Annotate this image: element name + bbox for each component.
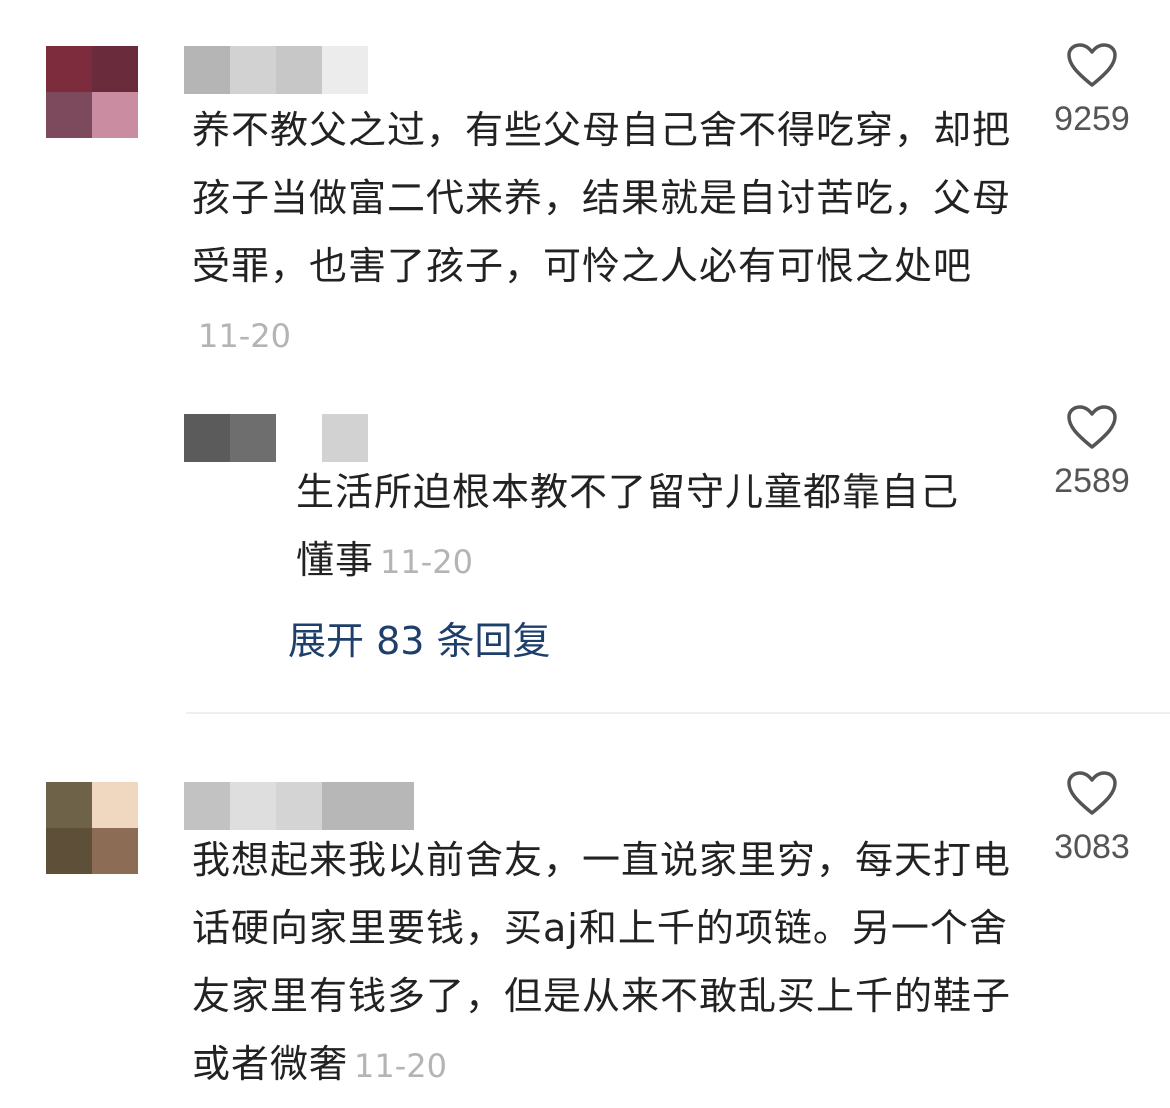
avatar[interactable] [46, 46, 138, 138]
comment-body: 养不教父之过，有些父母自己舍不得吃穿，却把孩子当做富二代来养，结果就是自讨苦吃，… [192, 96, 1012, 370]
username-pixel [276, 782, 322, 830]
username-pixel [184, 46, 230, 94]
username-pixel [184, 782, 230, 830]
comment-text: 我想起来我以前舍友，一直说家里穷，每天打电话硬向家里要钱，买aj和上千的项链。另… [192, 838, 1012, 1086]
avatar-pixel [92, 828, 138, 874]
heart-outline-icon [1067, 43, 1117, 87]
heart-outline-icon [1067, 771, 1117, 815]
username-blurred[interactable] [184, 782, 414, 830]
username-pixel [322, 782, 368, 830]
avatar-pixel [92, 92, 138, 138]
like-button[interactable]: 9259 [1032, 42, 1152, 139]
comment-date: 11-20 [198, 317, 291, 355]
username-pixel [184, 414, 230, 462]
username-blurred[interactable] [184, 46, 368, 94]
like-count: 3083 [1054, 828, 1130, 866]
username-pixel [322, 46, 368, 94]
divider [186, 712, 1170, 714]
like-button[interactable]: 3083 [1032, 770, 1152, 867]
avatar-pixel [46, 828, 92, 874]
reply-username-blurred[interactable] [184, 414, 368, 462]
username-pixel [368, 782, 414, 830]
comment-date: 11-20 [354, 1047, 447, 1085]
comment-text: 养不教父之过，有些父母自己舍不得吃穿，却把孩子当做富二代来养，结果就是自讨苦吃，… [192, 108, 1012, 288]
avatar[interactable] [46, 782, 138, 874]
reply-body: 生活所迫根本教不了留守儿童都靠自己懂事 11-20 [296, 458, 996, 596]
username-pixel [276, 414, 322, 462]
username-pixel [322, 414, 368, 462]
like-count: 2589 [1054, 462, 1130, 500]
username-pixel [230, 782, 276, 830]
heart-outline-icon [1067, 405, 1117, 449]
avatar-pixel [46, 782, 92, 828]
username-pixel [230, 414, 276, 462]
reply-like-button[interactable]: 2589 [1032, 404, 1152, 501]
username-pixel [276, 46, 322, 94]
avatar-pixel [46, 92, 92, 138]
expand-replies-link[interactable]: 展开 83 条回复 [288, 610, 551, 665]
username-pixel [230, 46, 276, 94]
like-count: 9259 [1054, 100, 1130, 138]
comment-body: 我想起来我以前舍友，一直说家里穷，每天打电话硬向家里要钱，买aj和上千的项链。另… [192, 826, 1012, 1100]
avatar-pixel [92, 782, 138, 828]
avatar-pixel [46, 46, 92, 92]
reply-date: 11-20 [380, 543, 473, 581]
avatar-pixel [92, 46, 138, 92]
